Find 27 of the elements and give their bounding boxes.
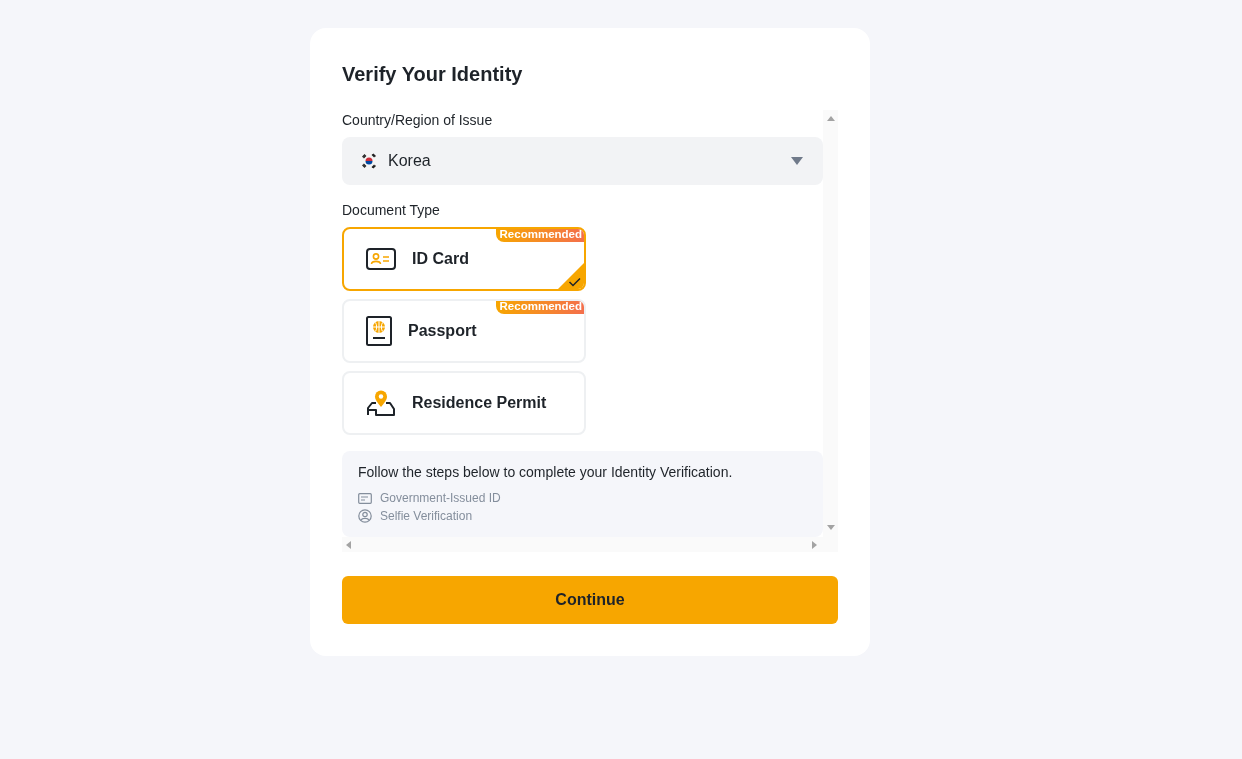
id-card-icon bbox=[366, 248, 396, 270]
step-item: Selfie Verification bbox=[380, 508, 473, 525]
country-select[interactable]: Korea bbox=[342, 137, 823, 185]
scroll-right-arrow-icon[interactable] bbox=[812, 540, 817, 549]
check-corner-icon bbox=[556, 261, 584, 289]
field-label: Country/Region of Issue bbox=[342, 111, 493, 130]
id-document-icon bbox=[358, 492, 372, 504]
location-pin-icon bbox=[366, 389, 396, 417]
user-circle-icon bbox=[358, 509, 372, 523]
recommended-badge: Recommended bbox=[495, 301, 584, 314]
vertical-scrollbar[interactable] bbox=[823, 110, 838, 552]
steps-intro: Follow the steps below to complete your Identity Verification. bbox=[358, 463, 734, 482]
caret-down-icon bbox=[791, 157, 803, 165]
scroll-left-arrow-icon[interactable] bbox=[346, 540, 351, 549]
scroll-up-arrow-icon[interactable] bbox=[826, 116, 835, 121]
page-title: Verify Your Identity bbox=[342, 62, 523, 87]
scroll-down-arrow-icon[interactable] bbox=[826, 525, 835, 530]
field-label: Document Type bbox=[342, 201, 440, 220]
document-option[interactable]: ID Card Recommended bbox=[342, 227, 586, 291]
step-item: Government-Issued ID bbox=[380, 490, 501, 507]
flag-icon bbox=[360, 152, 378, 170]
horizontal-scrollbar[interactable] bbox=[342, 537, 823, 552]
passport-icon bbox=[366, 316, 392, 346]
continue-button[interactable]: Continue bbox=[342, 576, 838, 624]
document-option[interactable]: Passport Recommended bbox=[342, 299, 586, 363]
document-option[interactable]: Residence Permit bbox=[342, 371, 586, 435]
recommended-badge: Recommended bbox=[495, 229, 584, 242]
